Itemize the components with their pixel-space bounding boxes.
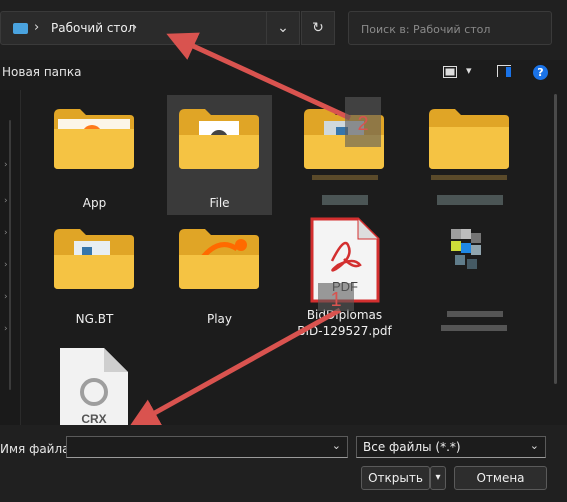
file-item-label-line1: BidDiplomas [306,308,383,322]
folder-icon [429,109,509,169]
chevron-right-icon[interactable]: › [132,20,137,35]
folder-icon [54,109,134,169]
blurred-label [322,195,368,205]
image-thumbnail-icon [451,229,481,269]
sidebar: › › › › › › [0,90,21,425]
folder-icon [54,229,134,289]
chevron-down-icon: ⌄ [277,20,289,36]
file-item-pdf[interactable]: PDF BidDiplomas BID-129527.pdf [292,215,397,338]
crx-file-icon: CRX [60,348,128,425]
new-folder-button[interactable]: Новая папка [2,65,81,79]
file-item-label-line2: BID-129527.pdf [297,324,392,338]
address-bar[interactable]: › Рабочий стол › [0,11,300,45]
blurred-label [431,175,507,180]
filetype-select[interactable]: Все файлы (*.*) ⌄ [356,436,546,458]
help-icon[interactable]: ? [533,65,548,80]
filename-input[interactable] [71,439,325,457]
folder-icon [179,109,259,169]
breadcrumb-desktop[interactable]: Рабочий стол [51,21,135,35]
file-item-blurred[interactable] [417,215,522,335]
pdf-icon-text: PDF [332,279,358,294]
view-mode-icon[interactable] [443,66,457,78]
file-item-label: File [209,196,230,210]
view-dropdown-icon[interactable]: ▾ [466,64,472,77]
file-item-file[interactable]: File [167,95,272,215]
file-item-label: App [82,196,107,210]
address-dropdown-button[interactable]: ⌄ [266,11,300,45]
open-split-dropdown[interactable]: ▾ [430,466,446,490]
toolbar: Новая папка ▾ ? [0,60,567,88]
refresh-button[interactable]: ↻ [301,11,335,45]
file-item-crx[interactable]: CRX [42,340,147,425]
sidebar-scrollbar[interactable] [9,120,11,390]
blurred-label [312,175,378,180]
blurred-label [437,195,503,205]
cancel-button[interactable]: Отмена [454,466,547,490]
search-input[interactable] [359,19,543,39]
folder-icon [179,229,259,289]
file-item-folder-4[interactable] [417,95,522,215]
filename-field[interactable]: ⌄ [66,436,348,458]
scrollbar-thumb[interactable] [554,94,557,384]
file-item-play[interactable]: Play [167,215,272,335]
crx-icon-text: CRX [81,412,106,425]
chevron-down-icon[interactable]: ⌄ [332,439,341,452]
navigation-bar: › Рабочий стол › ⌄ ↻ [0,0,567,60]
desktop-icon [13,23,28,34]
vertical-scrollbar[interactable] [553,90,559,425]
file-item-app[interactable]: App [42,95,147,215]
blurred-label [441,325,507,331]
filetype-value: Все файлы (*.*) [363,440,461,454]
file-item-label: Play [206,312,233,326]
pdf-file-icon: PDF [310,217,380,303]
file-item-ngbt[interactable]: NG.BT [42,215,147,335]
file-list: App File NG.BT Play PDF BidDiplomas BID-… [20,90,550,425]
search-box[interactable] [348,11,552,45]
chevron-right-icon[interactable]: › [34,20,39,35]
open-button[interactable]: Открыть [361,466,430,490]
file-item-folder-3[interactable] [292,95,397,215]
folder-icon [304,109,384,169]
refresh-icon: ↻ [312,20,324,36]
filename-label: Имя файла: [0,442,74,456]
preview-pane-icon[interactable] [497,65,511,77]
blurred-label [447,311,503,317]
chevron-down-icon: ⌄ [529,439,539,452]
file-item-label: NG.BT [75,312,114,326]
